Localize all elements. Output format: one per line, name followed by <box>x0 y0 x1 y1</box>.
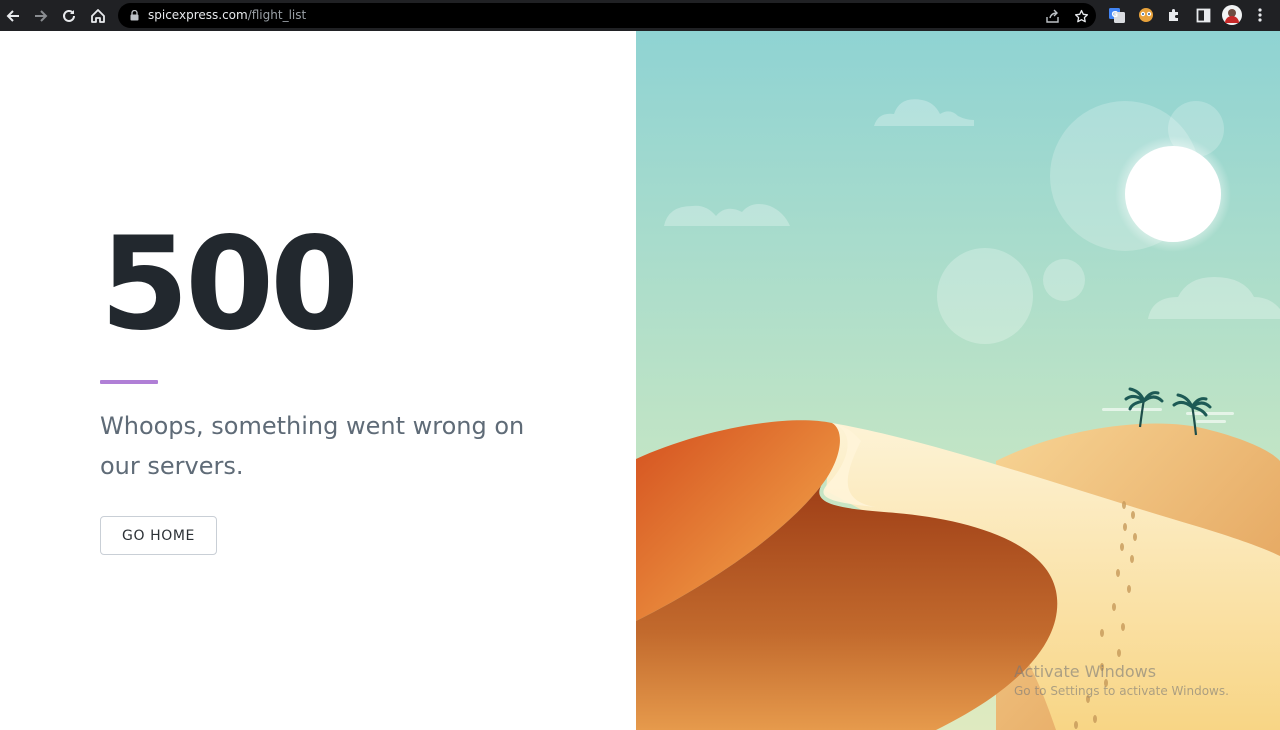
forward-icon <box>35 10 48 22</box>
url-host: spicexpress.com <box>148 8 248 22</box>
share-button[interactable] <box>1043 7 1061 25</box>
side-panel-button[interactable] <box>1193 5 1213 25</box>
go-home-button[interactable]: GO HOME <box>100 516 217 555</box>
bookmark-button[interactable] <box>1072 7 1090 25</box>
reload-button[interactable] <box>56 3 82 29</box>
home-button[interactable] <box>85 3 111 29</box>
desert-illustration <box>636 31 1280 730</box>
activate-windows-subtitle: Go to Settings to activate Windows. <box>1014 684 1229 698</box>
back-button[interactable] <box>0 3 26 29</box>
sun <box>1125 146 1221 242</box>
google-translate-icon: G <box>1109 8 1125 23</box>
browser-toolbar: spicexpress.com/flight_list G <box>0 0 1280 31</box>
address-bar[interactable]: spicexpress.com/flight_list <box>118 3 1096 28</box>
side-panel-icon <box>1196 8 1210 22</box>
sky-bubble-tiny <box>1043 259 1085 301</box>
menu-dots-icon <box>1258 8 1262 22</box>
url-text: spicexpress.com/flight_list <box>148 8 306 23</box>
back-icon <box>6 10 19 22</box>
extension-button[interactable] <box>1136 5 1156 25</box>
sky-bubble-left <box>937 248 1033 344</box>
activate-windows-title: Activate Windows <box>1014 662 1157 681</box>
profile-button[interactable] <box>1222 5 1242 25</box>
forward-button[interactable] <box>28 3 54 29</box>
extensions-menu-button[interactable] <box>1164 5 1184 25</box>
accent-divider <box>100 380 158 384</box>
puzzle-icon <box>1169 9 1178 21</box>
home-icon <box>91 9 105 23</box>
lock-icon <box>130 10 139 21</box>
svg-text:G: G <box>1112 10 1119 19</box>
share-icon <box>1045 9 1059 23</box>
error-message: Whoops, something went wrong on our serv… <box>100 412 525 480</box>
profile-avatar-icon <box>1222 5 1242 25</box>
bookmark-star-icon <box>1074 9 1088 22</box>
extension-icon <box>1139 8 1153 22</box>
browser-menu-button[interactable] <box>1250 5 1270 25</box>
url-path: /flight_list <box>247 8 307 22</box>
reload-icon <box>63 9 75 22</box>
translate-extension-button[interactable]: G <box>1107 5 1127 25</box>
error-code: 500 <box>100 210 359 359</box>
